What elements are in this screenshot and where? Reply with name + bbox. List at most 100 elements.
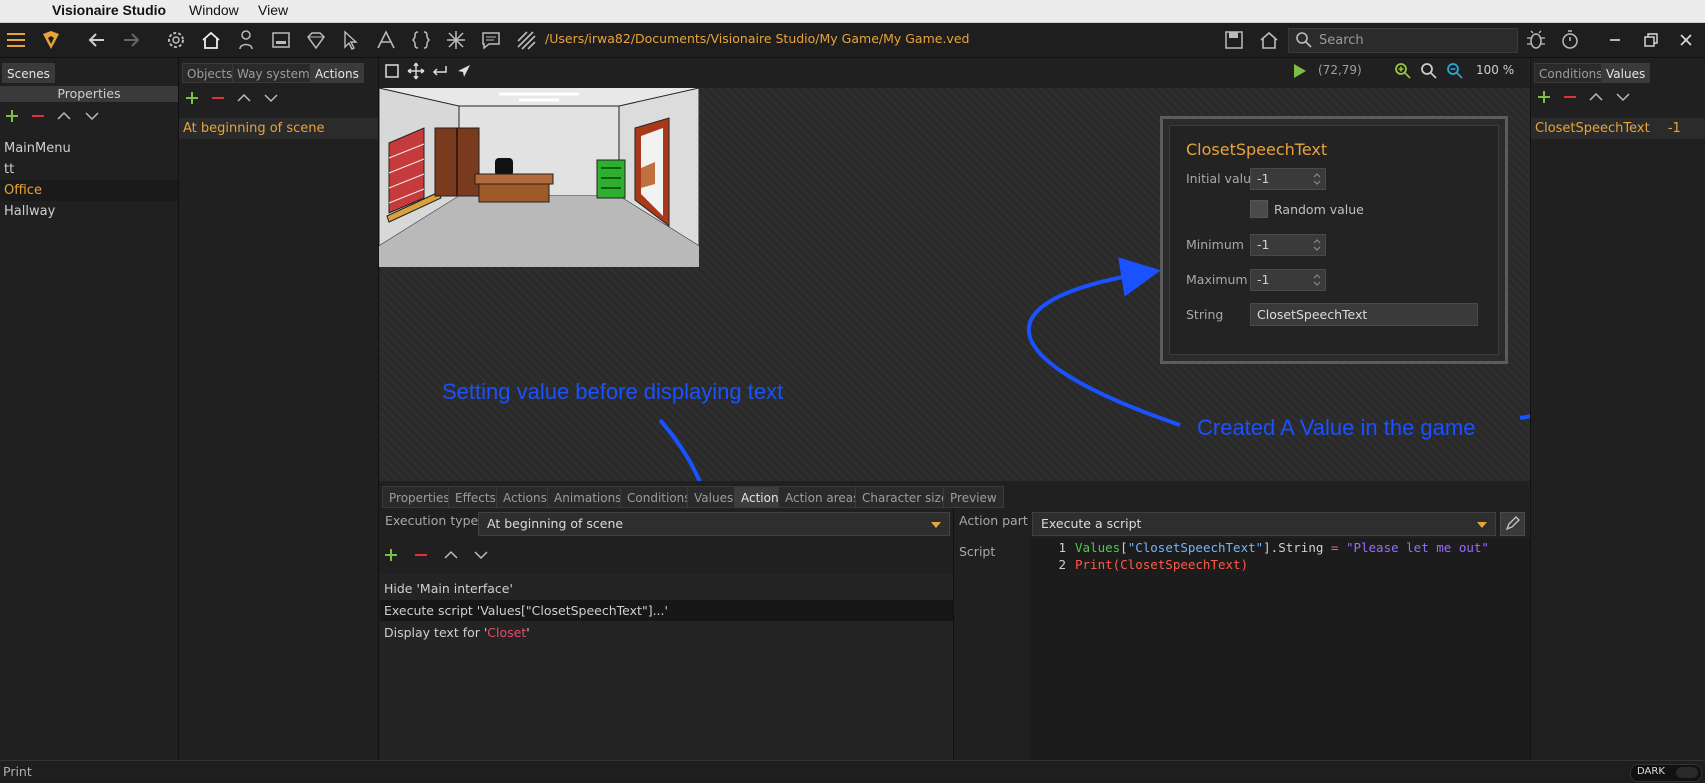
move-up-icon[interactable]	[443, 547, 459, 563]
add-icon[interactable]	[184, 90, 200, 106]
app-menu[interactable]: Visionaire Studio	[52, 2, 166, 18]
scene-item[interactable]: tt	[0, 159, 178, 180]
save-icon[interactable]	[1223, 29, 1245, 51]
pointer-icon[interactable]	[455, 62, 473, 80]
close-icon[interactable]	[1675, 29, 1697, 51]
home-icon[interactable]	[200, 29, 222, 51]
value-item[interactable]: ClosetSpeechText -1	[1531, 118, 1705, 139]
font-icon[interactable]	[375, 29, 397, 51]
scene-item[interactable]: Hallway	[0, 201, 178, 222]
btab-actions[interactable]: Actions	[496, 486, 554, 508]
spinner-arrows-icon[interactable]	[1313, 172, 1321, 186]
minimum-spinner[interactable]: -1	[1250, 234, 1326, 256]
spinner-arrows-icon[interactable]	[1313, 273, 1321, 287]
btab-animations[interactable]: Animations	[547, 486, 629, 508]
scene-image[interactable]	[379, 88, 699, 267]
diamond-icon[interactable]	[305, 29, 327, 51]
tab-actions[interactable]: Actions	[310, 63, 364, 83]
bug-icon[interactable]	[1525, 29, 1547, 51]
btab-values[interactable]: Values	[687, 486, 741, 508]
move-icon[interactable]	[407, 62, 425, 80]
script-braces-icon[interactable]	[410, 29, 432, 51]
stripes-icon[interactable]	[515, 29, 537, 51]
spinner-arrows-icon[interactable]	[1313, 238, 1321, 252]
forward-arrow-icon[interactable]	[120, 29, 142, 51]
move-up-icon[interactable]	[56, 108, 72, 124]
project-path: /Users/irwa82/Documents/Visionaire Studi…	[545, 31, 970, 46]
remove-icon[interactable]	[30, 108, 46, 124]
execution-type-value: At beginning of scene	[487, 516, 624, 531]
btab-character-size[interactable]: Character size	[855, 486, 956, 508]
move-down-icon[interactable]	[84, 108, 100, 124]
btab-properties[interactable]: Properties	[382, 486, 457, 508]
remove-icon[interactable]	[210, 90, 226, 106]
action-item[interactable]: At beginning of scene	[179, 118, 378, 139]
btab-action-areas[interactable]: Action areas	[778, 486, 867, 508]
cursor-icon[interactable]	[340, 29, 362, 51]
zoom-out-icon[interactable]	[1446, 62, 1464, 80]
action-row-selected[interactable]: Execute script 'Values["ClosetSpeechText…	[380, 600, 953, 621]
properties-header[interactable]: Properties	[0, 86, 178, 102]
play-icon[interactable]	[1290, 62, 1308, 80]
action-row[interactable]: Display text for 'Closet'	[380, 622, 953, 643]
edit-pencil-icon[interactable]	[1500, 512, 1525, 536]
line-number: 1	[1058, 540, 1066, 555]
scene-item-selected[interactable]: Office	[0, 180, 178, 201]
minimize-icon[interactable]	[1604, 29, 1626, 51]
remove-icon[interactable]	[1562, 89, 1578, 105]
character-icon[interactable]	[235, 29, 257, 51]
annotation-left: Setting value before displaying text	[442, 379, 784, 404]
script-editor[interactable]: 1 2 Values["ClosetSpeechText"].String = …	[1030, 538, 1530, 760]
line-number: 2	[1058, 557, 1066, 572]
add-icon[interactable]	[1536, 89, 1552, 105]
btab-preview[interactable]: Preview	[943, 486, 1004, 508]
interface-icon[interactable]	[270, 29, 292, 51]
add-icon[interactable]	[4, 108, 20, 124]
theme-label: DARK	[1637, 766, 1665, 777]
stopwatch-icon[interactable]	[1559, 29, 1581, 51]
action-row-text: Execute script 'Values["ClosetSpeechText…	[384, 603, 668, 618]
maximum-spinner[interactable]: -1	[1250, 269, 1326, 291]
maximum-label: Maximum	[1186, 272, 1248, 287]
zoom-in-icon[interactable]	[1394, 62, 1412, 80]
move-down-icon[interactable]	[1615, 89, 1631, 105]
add-icon[interactable]	[383, 547, 399, 563]
btab-conditions[interactable]: Conditions	[620, 486, 698, 508]
dialog-icon[interactable]	[480, 29, 502, 51]
btab-effects[interactable]: Effects	[448, 486, 503, 508]
action-part-dropdown[interactable]: Execute a script	[1032, 512, 1496, 536]
tab-objects[interactable]: Objects	[182, 63, 238, 83]
tab-values[interactable]: Values	[1601, 63, 1651, 83]
restore-icon[interactable]	[1640, 29, 1662, 51]
zoom-reset-icon[interactable]	[1420, 62, 1438, 80]
initial-value: -1	[1257, 171, 1270, 186]
search-field[interactable]: Search	[1288, 28, 1518, 53]
select-rect-icon[interactable]	[383, 62, 401, 80]
export-home-icon[interactable]	[1258, 29, 1280, 51]
move-down-icon[interactable]	[263, 90, 279, 106]
menu-window[interactable]: Window	[189, 2, 239, 18]
move-up-icon[interactable]	[1588, 89, 1604, 105]
initial-value-spinner[interactable]: -1	[1250, 168, 1326, 190]
execution-type-dropdown[interactable]: At beginning of scene	[478, 512, 950, 536]
string-field[interactable]: ClosetSpeechText	[1250, 303, 1478, 326]
move-up-icon[interactable]	[236, 90, 252, 106]
tab-conditions[interactable]: Conditions	[1534, 63, 1608, 83]
particle-icon[interactable]	[445, 29, 467, 51]
action-part-label: Action part	[959, 513, 1028, 528]
back-arrow-icon[interactable]	[86, 29, 108, 51]
hamburger-menu-icon[interactable]	[5, 29, 27, 51]
maximum-value: -1	[1257, 272, 1270, 287]
return-arrow-icon[interactable]	[431, 62, 449, 80]
menu-view[interactable]: View	[258, 2, 288, 18]
scene-item[interactable]: MainMenu	[0, 138, 178, 159]
tab-scenes[interactable]: Scenes	[2, 63, 55, 83]
action-row[interactable]: Hide 'Main interface'	[380, 578, 953, 599]
action-row-text: Hide 'Main interface'	[384, 581, 513, 596]
remove-icon[interactable]	[413, 547, 429, 563]
theme-toggle[interactable]: DARK	[1630, 764, 1702, 782]
gear-icon[interactable]	[165, 29, 187, 51]
move-down-icon[interactable]	[473, 547, 489, 563]
tab-way-systems[interactable]: Way systems	[232, 63, 322, 83]
random-value-checkbox[interactable]	[1250, 200, 1268, 218]
